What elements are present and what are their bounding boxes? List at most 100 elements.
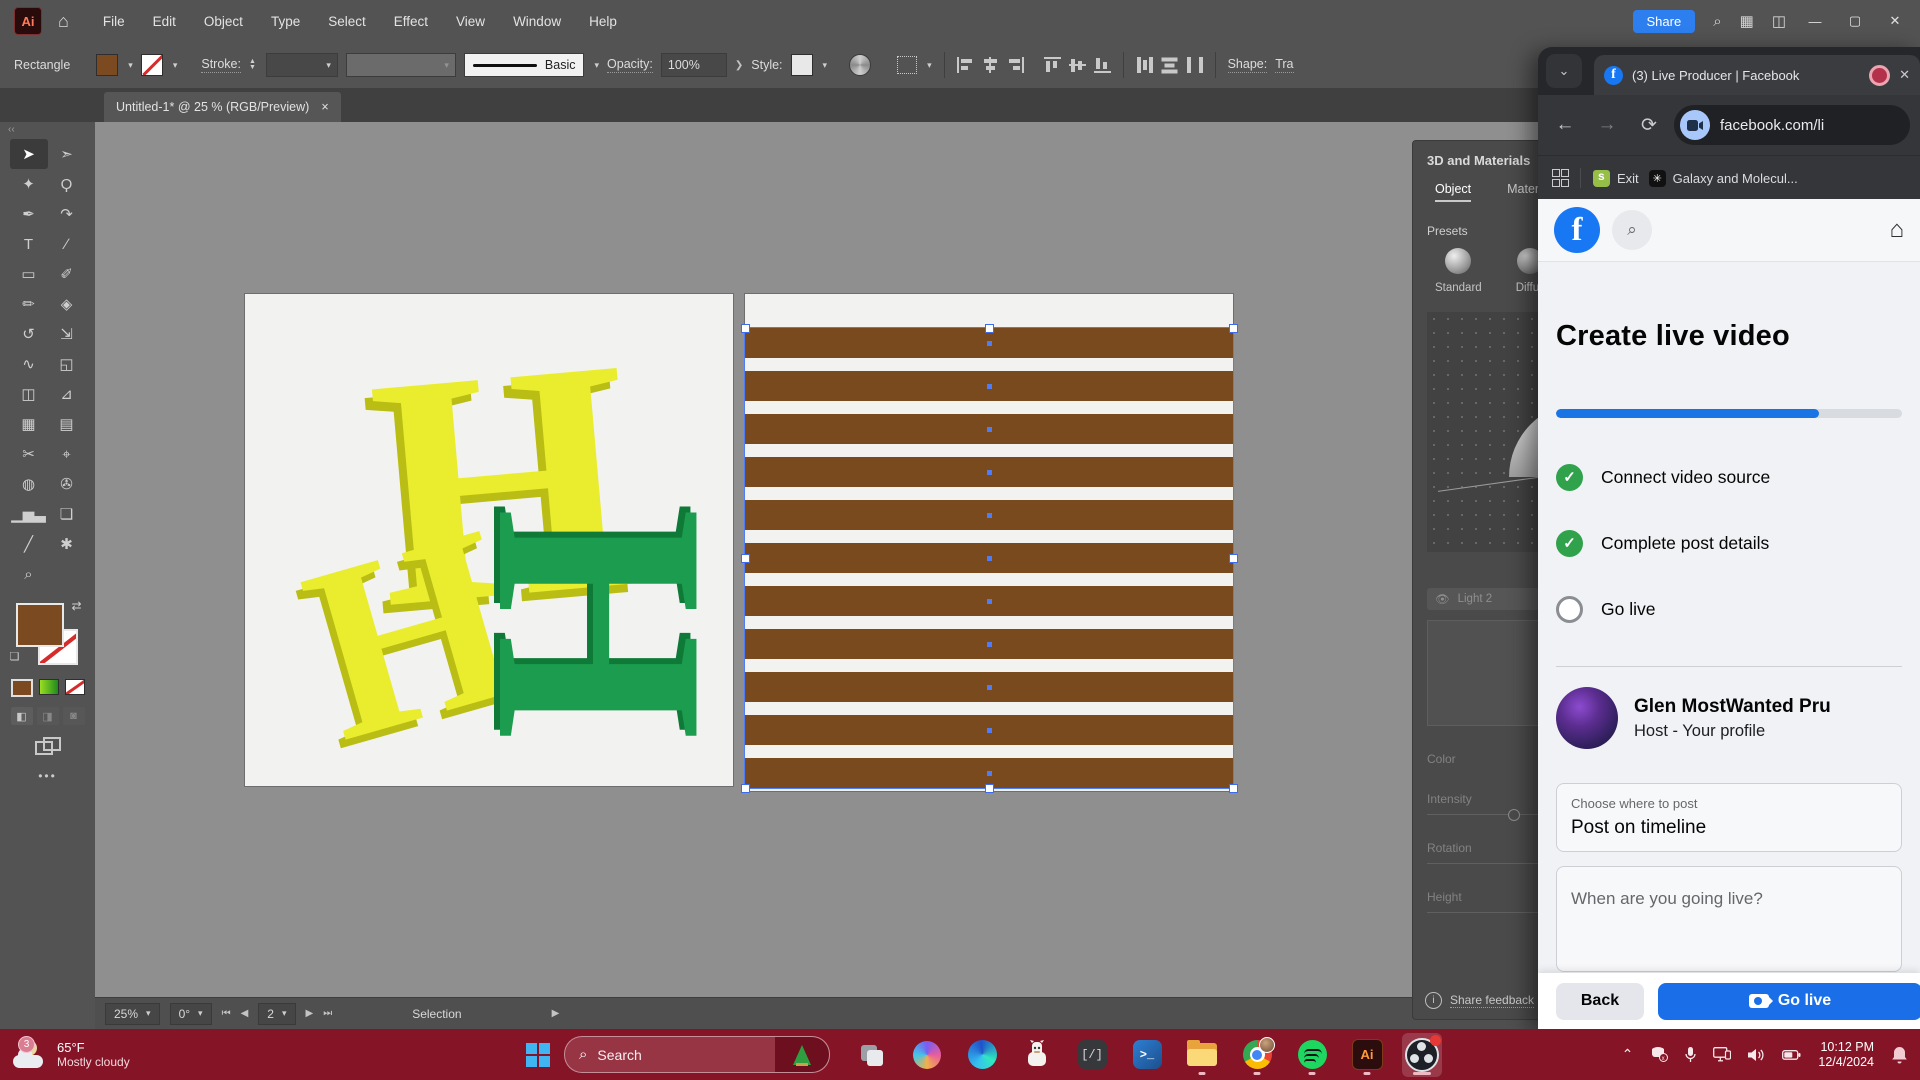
workspace-icon[interactable]: ◫: [1772, 12, 1786, 30]
facebook-logo[interactable]: f: [1554, 207, 1600, 253]
swap-fill-stroke-icon[interactable]: ⇄: [71, 599, 81, 613]
eye-icon[interactable]: 👁: [1435, 592, 1450, 606]
selection-tool[interactable]: ➤: [10, 139, 48, 169]
edge-button[interactable]: [962, 1033, 1002, 1077]
slice-tool[interactable]: ╱: [10, 529, 48, 559]
menu-object[interactable]: Object: [204, 14, 243, 29]
lasso-tool[interactable]: Ϙ: [48, 169, 86, 199]
tab-object[interactable]: Object: [1435, 182, 1471, 202]
align-center-icon[interactable]: [982, 57, 999, 73]
stroke-weight-dropdown[interactable]: ▾: [266, 53, 338, 77]
share-feedback-link[interactable]: i Share feedback: [1425, 992, 1534, 1009]
eyedropper-tool[interactable]: ⌖: [48, 439, 86, 469]
volume-icon[interactable]: [1748, 1048, 1765, 1062]
curvature-tool[interactable]: ↷: [48, 199, 86, 229]
zoom-level-dropdown[interactable]: 25% ▾: [105, 1003, 160, 1025]
anchor-point[interactable]: [987, 685, 992, 690]
scale-tool[interactable]: ⇲: [48, 319, 86, 349]
selection-handle[interactable]: [1229, 554, 1238, 563]
step-post-details[interactable]: ✓ Complete post details: [1556, 510, 1902, 576]
fill-color-swatch[interactable]: [96, 54, 118, 76]
document-tab[interactable]: Untitled-1* @ 25 % (RGB/Preview) ×: [104, 92, 341, 122]
line-segment-tool[interactable]: ∕: [48, 229, 86, 259]
draw-behind-icon[interactable]: ◨: [37, 707, 59, 725]
rotation-dropdown[interactable]: 0° ▾: [170, 1003, 212, 1025]
host-avatar[interactable]: [1556, 687, 1618, 749]
arrange-documents-icon[interactable]: ▦: [1740, 12, 1754, 30]
distribute-spacing-icon[interactable]: [1186, 57, 1203, 73]
stroke-label[interactable]: Stroke:: [201, 57, 241, 73]
menu-view[interactable]: View: [456, 14, 485, 29]
tools-panel-grip[interactable]: ‹‹: [0, 122, 95, 135]
selection-handle[interactable]: [741, 324, 750, 333]
clock[interactable]: 10:12 PM 12/4/2024: [1818, 1040, 1874, 1070]
fill-caret-icon[interactable]: ▾: [128, 60, 133, 71]
selection-handle[interactable]: [741, 784, 750, 793]
bounding-box-icon[interactable]: [897, 56, 917, 74]
illustrator-app-icon[interactable]: Ai: [14, 7, 42, 35]
dev-app-button[interactable]: [/]: [1072, 1033, 1112, 1077]
menu-select[interactable]: Select: [328, 14, 366, 29]
bounding-box-caret-icon[interactable]: ▾: [927, 60, 932, 71]
anchor-point[interactable]: [987, 642, 992, 647]
status-expand-icon[interactable]: ▶: [552, 1008, 560, 1019]
tab-close-icon[interactable]: ✕: [1899, 67, 1910, 83]
artboard-2[interactable]: [745, 294, 1233, 791]
anchor-point[interactable]: [987, 384, 992, 389]
blend-tool[interactable]: ◍: [10, 469, 48, 499]
start-button[interactable]: [518, 1043, 558, 1067]
camera-permission-icon[interactable]: [1680, 110, 1710, 140]
schedule-select[interactable]: When are you going live?: [1556, 866, 1902, 972]
back-button[interactable]: Back: [1556, 983, 1644, 1020]
artboard-number-dropdown[interactable]: 2 ▾: [258, 1003, 295, 1025]
obs-button[interactable]: [1402, 1033, 1442, 1077]
anchor-point[interactable]: [987, 556, 992, 561]
distribute-vertical-icon[interactable]: [1161, 57, 1177, 74]
opacity-label[interactable]: Opacity:: [607, 57, 653, 73]
forward-icon[interactable]: →: [1590, 114, 1624, 136]
distribute-horizontal-icon[interactable]: [1136, 57, 1153, 73]
powershell-button[interactable]: >_: [1127, 1033, 1167, 1077]
brush-caret-icon[interactable]: ▾: [594, 60, 599, 71]
weather-widget[interactable]: 3 65°F Mostly cloudy: [0, 1039, 242, 1071]
align-left-icon[interactable]: [957, 57, 974, 73]
first-artboard-icon[interactable]: ⏮: [222, 1008, 231, 1019]
anchor-point[interactable]: [987, 771, 992, 776]
cast-disconnected-icon[interactable]: x: [1650, 1047, 1668, 1062]
preset-standard[interactable]: Standard: [1435, 248, 1482, 294]
align-right-icon[interactable]: [1007, 57, 1024, 73]
pen-tool[interactable]: ✒: [10, 199, 48, 229]
scissors-tool[interactable]: ✂: [10, 439, 48, 469]
shape-value[interactable]: Tra: [1275, 57, 1293, 73]
minimize-button[interactable]: —: [1804, 14, 1826, 29]
gradient-button[interactable]: [39, 679, 59, 695]
taskbar-search[interactable]: ⌕ Search: [564, 1036, 830, 1073]
share-button[interactable]: Share: [1633, 10, 1696, 33]
document-close-icon[interactable]: ×: [321, 100, 328, 114]
free-transform-tool[interactable]: ◱: [48, 349, 86, 379]
fill-proxy[interactable]: [16, 603, 64, 647]
default-fill-stroke-icon[interactable]: ❏: [10, 650, 20, 663]
stroke-color-swatch[interactable]: [141, 54, 163, 76]
menu-edit[interactable]: Edit: [153, 14, 176, 29]
go-live-button[interactable]: Go live: [1658, 983, 1920, 1020]
magic-wand-tool[interactable]: ✦: [10, 169, 48, 199]
tab-search-icon[interactable]: ⌄: [1546, 54, 1582, 88]
gradient-tool[interactable]: ▤: [48, 409, 86, 439]
none-button[interactable]: [65, 679, 85, 695]
hand-tool[interactable]: ✱: [48, 529, 86, 559]
post-destination-select[interactable]: Choose where to post Post on timeline: [1556, 783, 1902, 852]
menu-file[interactable]: File: [103, 14, 125, 29]
tray-chevron-icon[interactable]: ⌃: [1622, 1046, 1634, 1063]
illustrator-button[interactable]: Ai: [1347, 1033, 1387, 1077]
battery-icon[interactable]: [1782, 1049, 1801, 1061]
close-button[interactable]: ✕: [1884, 13, 1906, 29]
draw-inside-icon[interactable]: ◙: [63, 707, 85, 725]
mesh-tool[interactable]: ▦: [10, 409, 48, 439]
anchor-point[interactable]: [987, 427, 992, 432]
task-view-button[interactable]: [852, 1033, 892, 1077]
step-go-live[interactable]: Go live: [1556, 576, 1902, 642]
bookmark-exit[interactable]: Exit: [1593, 170, 1639, 187]
shape-builder-tool[interactable]: ◫: [10, 379, 48, 409]
direct-selection-tool[interactable]: ➣: [48, 139, 86, 169]
